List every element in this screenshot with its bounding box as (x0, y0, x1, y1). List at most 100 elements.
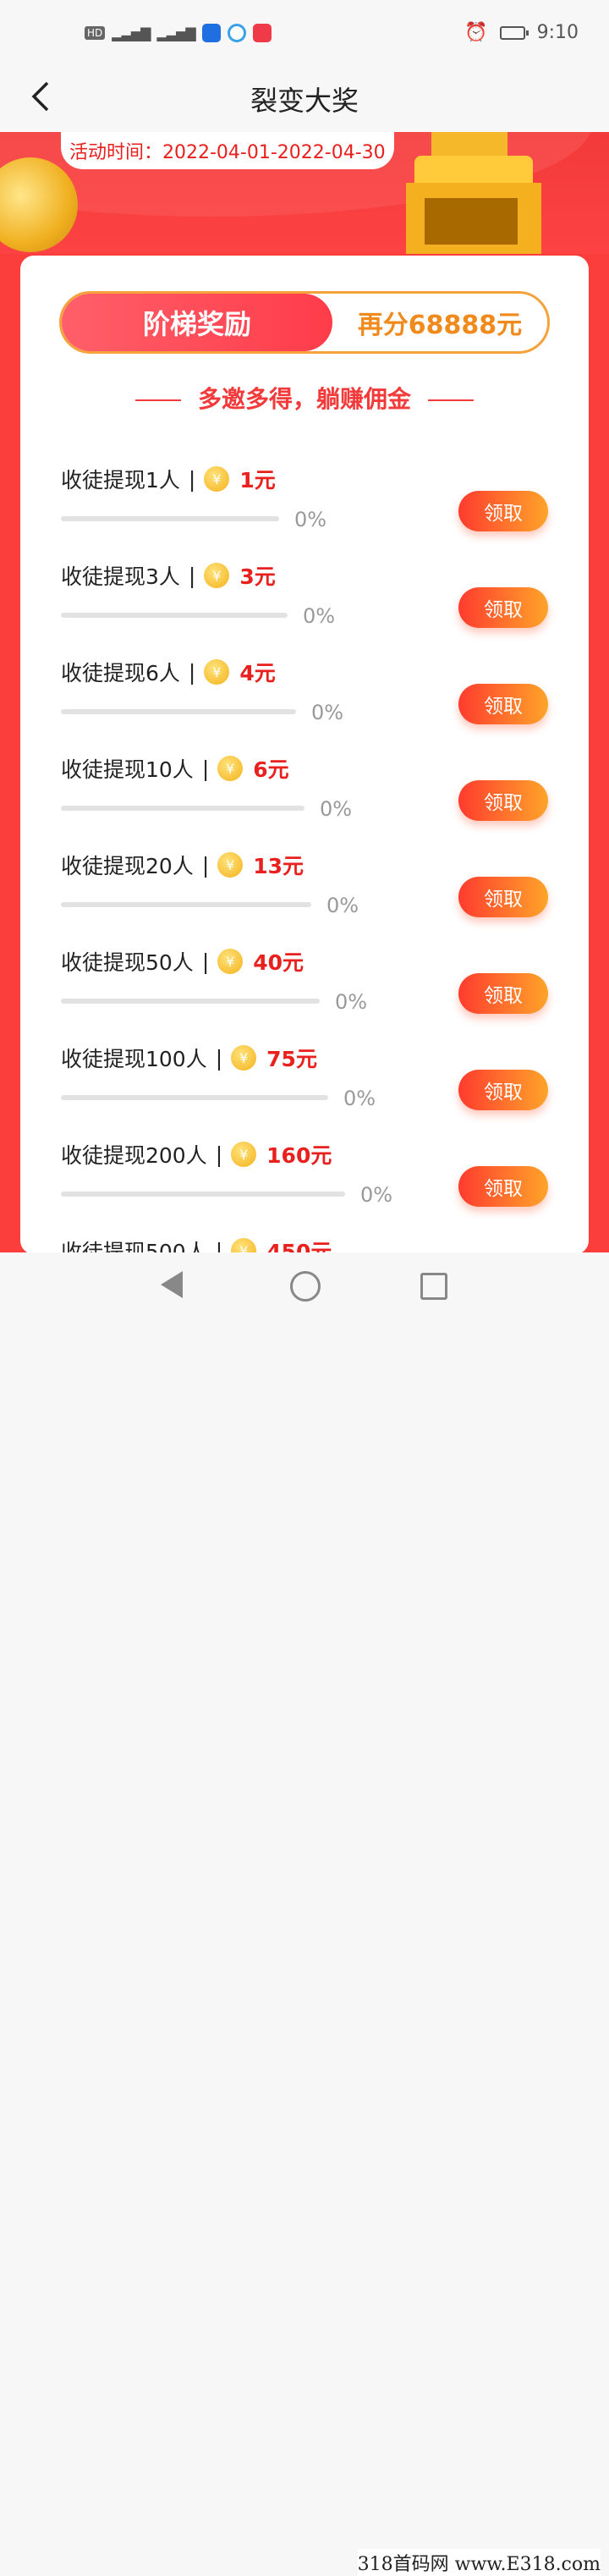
reward-label: 收徒提现1人 (61, 468, 180, 493)
progress-percent: 0% (360, 1183, 393, 1207)
reward-row: 收徒提现500人|¥450元0%领取 (61, 1236, 568, 1254)
separator: | (215, 1142, 223, 1167)
page-title: 裂变大奖 (250, 85, 359, 117)
nav-back-icon[interactable] (161, 1271, 183, 1298)
nav-home-icon[interactable] (290, 1271, 321, 1302)
status-time: 9:10 (536, 22, 579, 43)
claim-button[interactable]: 领取 (458, 877, 548, 917)
reward-row: 收徒提现6人 | ¥4元 0% 领取 (61, 657, 568, 753)
reward-label: 收徒提现20人 (61, 854, 194, 878)
reward-card: 阶梯奖励 再分68888元 多邀多得，躺赚佣金 收徒提现1人 | ¥1元 0% 领取 收徒… (20, 256, 589, 1254)
reward-row: 收徒提现10人 | ¥6元 0% 领取 (61, 753, 568, 850)
reward-amount: 4元 (239, 661, 276, 685)
progress-bar (61, 806, 304, 811)
status-right: ⏰ 9:10 (464, 22, 579, 43)
yen-coin-icon: ¥ (204, 563, 230, 588)
progress-bar (61, 1095, 328, 1100)
slogan: 多邀多得，躺赚佣金 (20, 381, 589, 415)
progress-percent: 0% (326, 894, 359, 917)
hd-indicator: HD (85, 26, 106, 40)
yen-coin-icon: ¥ (231, 1045, 257, 1071)
reward-amount: 40元 (253, 950, 304, 975)
activity-time: 活动时间：2022-04-01-2022-04-30 (61, 132, 394, 169)
progress-bar (61, 709, 296, 714)
reward-amount: 75元 (266, 1047, 317, 1071)
yen-coin-icon: ¥ (217, 756, 244, 781)
signal-icon-2: ▂▃▅▇ (156, 25, 195, 41)
reward-row: 收徒提现100人 | ¥75元 0% 领取 (61, 1043, 568, 1139)
separator: | (201, 756, 210, 781)
yen-coin-icon: ¥ (204, 466, 230, 492)
claim-button[interactable]: 领取 (458, 1070, 548, 1110)
progress-percent: 0% (343, 1087, 376, 1110)
yen-coin-icon: ¥ (231, 1142, 257, 1167)
progress-bar (61, 516, 279, 521)
circle-app-icon (227, 24, 246, 42)
nav-bar: 裂变大奖 (0, 68, 609, 132)
reward-label: 收徒提现200人 (61, 1143, 207, 1168)
progress-bar (61, 1192, 345, 1197)
reward-label-group: 收徒提现200人 | ¥160元 (61, 1139, 332, 1170)
reward-amount: 3元 (239, 564, 276, 589)
reward-label: 收徒提现3人 (61, 564, 180, 589)
reward-row: 收徒提现3人 | ¥3元 0% 领取 (61, 560, 568, 657)
claim-button[interactable]: 领取 (458, 684, 548, 724)
reward-amount: 450元 (266, 1240, 332, 1254)
yen-coin-icon: ¥ (204, 659, 230, 685)
reward-row: 收徒提现50人 | ¥40元 0% 领取 (61, 946, 568, 1043)
progress-bar (61, 999, 320, 1004)
progress-percent: 0% (311, 701, 344, 724)
progress-bar (61, 902, 311, 907)
reward-label: 收徒提现500人 (61, 1240, 207, 1254)
progress-percent: 0% (303, 604, 336, 628)
progress-bar (61, 613, 288, 618)
trophy-icon (406, 132, 541, 259)
divider (134, 399, 181, 401)
progress-percent: 0% (320, 797, 353, 821)
reward-label-group: 收徒提现1人 | ¥1元 (61, 464, 276, 494)
shield-app-icon (201, 24, 221, 42)
reward-label-group: 收徒提现10人 | ¥6元 (61, 753, 289, 784)
claim-button[interactable]: 领取 (458, 587, 548, 628)
progress-percent: 0% (335, 990, 368, 1014)
reward-label-group: 收徒提现100人 | ¥75元 (61, 1043, 317, 1073)
tab-switcher: 阶梯奖励 再分68888元 (59, 291, 550, 354)
reward-label-group: 收徒提现20人 | ¥13元 (61, 850, 304, 880)
separator: | (215, 1045, 223, 1071)
reward-label: 收徒提现50人 (61, 950, 194, 975)
reward-label-group: 收徒提现3人 | ¥3元 (61, 560, 276, 591)
reward-amount: 13元 (253, 854, 304, 878)
tab-share-bonus[interactable]: 再分68888元 (332, 294, 547, 351)
claim-button[interactable]: 领取 (458, 1166, 548, 1207)
reward-label-group: 收徒提现50人 | ¥40元 (61, 946, 304, 977)
status-left-icons: HD ▂▃▅▇ ▂▃▅▇ (85, 24, 272, 42)
reward-amount: 6元 (253, 757, 289, 782)
separator: | (188, 466, 196, 492)
yen-coin-icon: ¥ (217, 852, 244, 878)
tab-tiered-rewards[interactable]: 阶梯奖励 (62, 294, 332, 351)
reward-label: 收徒提现6人 (61, 661, 180, 685)
separator: | (201, 852, 210, 878)
reward-label-group: 收徒提现6人 | ¥4元 (61, 657, 276, 687)
nav-recent-icon[interactable] (420, 1273, 447, 1300)
reward-label: 收徒提现10人 (61, 757, 194, 782)
reward-label: 收徒提现100人 (61, 1047, 207, 1071)
video-app-icon (252, 24, 272, 42)
system-nav-bar: 318首码网 www.E318.com (0, 1252, 609, 2576)
claim-button[interactable]: 领取 (458, 780, 548, 821)
status-bar: HD ▂▃▅▇ ▂▃▅▇ ⏰ 9:10 (0, 0, 609, 68)
separator: | (188, 563, 196, 588)
separator: | (188, 659, 196, 685)
reward-label-group: 收徒提现500人 | ¥450元 (61, 1236, 332, 1254)
claim-button[interactable]: 领取 (458, 491, 548, 531)
alarm-icon: ⏰ (464, 22, 488, 43)
reward-row: 收徒提现200人 | ¥160元 0% 领取 (61, 1139, 568, 1236)
reward-amount: 1元 (239, 468, 276, 493)
reward-row: 收徒提现20人 | ¥13元 0% 领取 (61, 850, 568, 946)
separator: | (201, 949, 210, 974)
claim-button[interactable]: 领取 (458, 973, 548, 1014)
yen-coin-icon: ¥ (217, 949, 244, 974)
divider (428, 399, 474, 401)
slogan-text: 多邀多得，躺赚佣金 (197, 385, 411, 413)
progress-percent: 0% (294, 508, 327, 531)
